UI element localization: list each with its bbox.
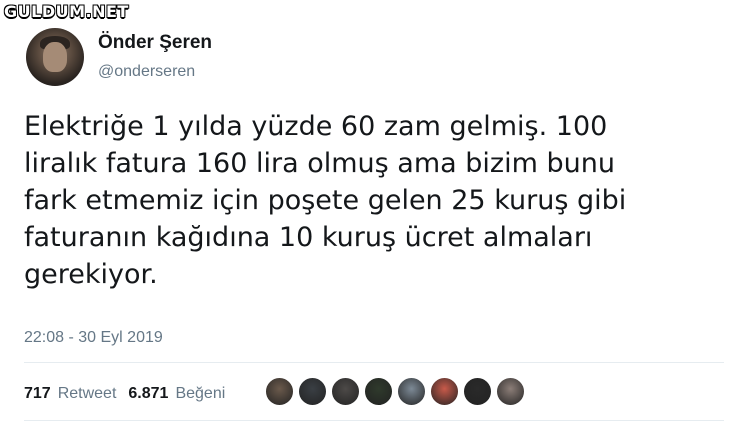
user-handle[interactable]: @onderseren: [98, 63, 195, 81]
retweet-count[interactable]: 717: [24, 385, 51, 403]
avatar-face: [43, 42, 67, 72]
divider-top: [24, 362, 724, 363]
tweet-stats: 717 Retweet 6.871 Beğeni: [24, 383, 225, 405]
retweet-label[interactable]: Retweet: [58, 385, 117, 403]
liker-avatar-5[interactable]: [396, 376, 427, 407]
tweet-text: Elektriğe 1 yılda yüzde 60 zam gelmiş. 1…: [24, 108, 724, 293]
liker-avatar-2[interactable]: [297, 376, 328, 407]
tweet-line: liralık fatura 160 lira olmuş ama bizim …: [24, 148, 615, 179]
tweet-line: fark etmemiz için poşete gelen 25 kuruş …: [24, 185, 627, 216]
liker-avatar-3[interactable]: [330, 376, 361, 407]
tweet-line: gerekiyor.: [24, 259, 158, 290]
user-display-name[interactable]: Önder Şeren: [98, 32, 212, 54]
liker-avatar-7[interactable]: [462, 376, 493, 407]
liker-avatar-8[interactable]: [495, 376, 526, 407]
like-label[interactable]: Beğeni: [175, 385, 225, 403]
like-count[interactable]: 6.871: [128, 385, 168, 403]
tweet-timestamp[interactable]: 22:08 - 30 Eyl 2019: [24, 329, 163, 347]
liker-avatar-4[interactable]: [363, 376, 394, 407]
user-avatar[interactable]: [26, 28, 84, 86]
tweet-line: Elektriğe 1 yılda yüzde 60 zam gelmiş. 1…: [24, 111, 608, 142]
watermark-logo: GULDUM.NET: [4, 2, 129, 21]
tweet-line: faturanın kağıdına 10 kuruş ücret almala…: [24, 222, 593, 253]
liker-avatar-1[interactable]: [264, 376, 295, 407]
liker-avatar-6[interactable]: [429, 376, 460, 407]
divider-bottom: [24, 420, 724, 421]
liker-avatars: [262, 376, 526, 407]
